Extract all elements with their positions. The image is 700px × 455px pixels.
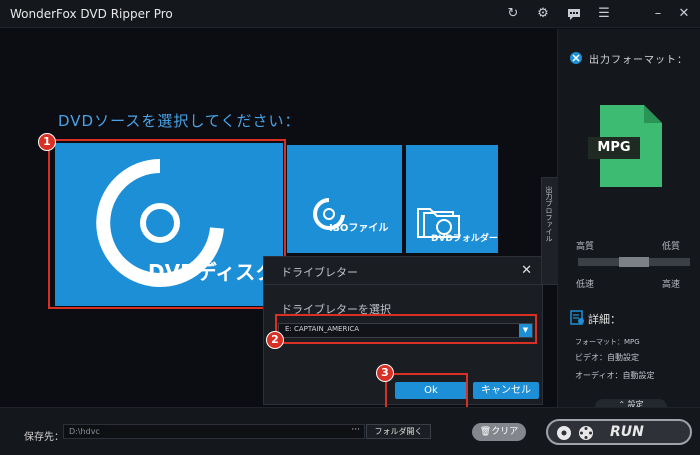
output-format-icon	[570, 52, 582, 64]
clear-label: クリア	[491, 427, 519, 437]
dialog-close-icon[interactable]: ✕	[521, 263, 532, 278]
step3-badge: 3	[376, 364, 394, 382]
output-panel: 出力プロファイル 出力フォーマット： MPG 高質 低質 低速 高速 詳細： フ…	[541, 29, 700, 409]
close-icon[interactable]: ✕	[674, 4, 694, 24]
speed-low-label: 低速	[576, 280, 595, 290]
save-path-value: D:\hdvc	[69, 427, 100, 436]
quality-slider[interactable]	[578, 257, 690, 267]
step1-highlight	[48, 139, 286, 309]
menu-list-icon[interactable]: ☰	[594, 4, 614, 24]
dvd-folder-label: DVDフォルダー	[431, 234, 498, 244]
cancel-button[interactable]: キャンセル	[473, 382, 539, 399]
bottom-bar: 保存先： D:\hdvc ··· フォルダ開く 🗑クリア RUN	[0, 407, 700, 455]
quality-slider-knob[interactable]	[619, 257, 649, 267]
step2-badge: 2	[266, 331, 284, 349]
trash-icon: 🗑	[479, 427, 492, 437]
open-folder-button[interactable]: フォルダ開く	[366, 424, 431, 439]
dvd-folder-tile[interactable]: DVDフォルダー	[406, 145, 498, 253]
speed-high-label: 高速	[662, 280, 681, 290]
audio-detail: オーディオ：自動設定	[575, 371, 655, 380]
format-detail: フォーマット：MPG	[575, 338, 640, 346]
quality-high-label: 高質	[576, 242, 595, 252]
format-badge: MPG	[588, 137, 640, 159]
dialog-title: ドライブレター	[281, 266, 358, 279]
quality-low-label: 低質	[662, 242, 681, 252]
iso-file-tile[interactable]: ISOファイル	[287, 145, 402, 253]
browse-button[interactable]: ···	[351, 425, 360, 435]
output-profile-tab[interactable]: 出力プロファイル	[541, 177, 558, 285]
run-label: RUN	[610, 424, 644, 440]
mpg-file-icon[interactable]: MPG	[588, 105, 662, 187]
clear-button[interactable]: 🗑クリア	[472, 423, 526, 441]
dialog-header: ドライブレター ✕	[264, 257, 542, 285]
details-icon	[570, 310, 584, 325]
source-prompt: DVDソースを選択してください：	[58, 112, 301, 130]
iso-file-label: ISOファイル	[329, 223, 389, 234]
save-path-field[interactable]: D:\hdvc ···	[63, 424, 365, 439]
details-label: 詳細：	[588, 313, 621, 326]
output-profile-label: 出力プロファイル	[545, 186, 553, 242]
title-bar: WonderFox DVD Ripper Pro ↻ ⚙ ☰ – ✕	[0, 0, 700, 28]
output-format-label: 出力フォーマット：	[589, 55, 688, 66]
step1-badge: 1	[38, 133, 56, 151]
save-location-label: 保存先：	[24, 432, 64, 443]
refresh-icon[interactable]: ↻	[503, 4, 523, 24]
run-button[interactable]: RUN	[546, 419, 692, 445]
app-title: WonderFox DVD Ripper Pro	[10, 7, 173, 21]
minimize-icon[interactable]: –	[648, 4, 668, 24]
step2-highlight	[275, 314, 537, 344]
chat-icon[interactable]	[564, 4, 584, 24]
video-detail: ビデオ：自動設定	[575, 353, 639, 362]
run-icons	[557, 426, 593, 440]
settings-gear-icon[interactable]: ⚙	[533, 4, 553, 24]
step3-highlight	[385, 373, 468, 409]
